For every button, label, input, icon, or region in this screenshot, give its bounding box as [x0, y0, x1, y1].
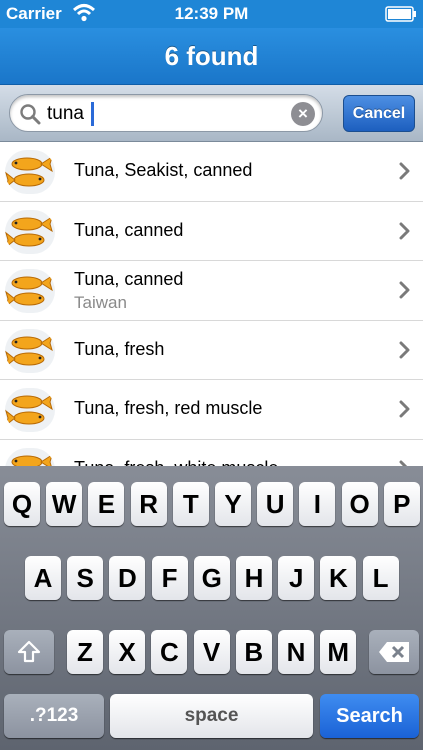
key-n[interactable]: N: [278, 630, 314, 674]
list-item[interactable]: Tuna, canned Taiwan: [0, 261, 423, 321]
list-item[interactable]: Tuna, fresh, white muscle: [0, 440, 423, 467]
fish-icon: [5, 447, 55, 466]
item-title: Tuna, fresh, white muscle: [74, 458, 278, 467]
key-f[interactable]: F: [151, 556, 188, 600]
fish-icon: [5, 328, 55, 373]
chevron-right-icon: [399, 341, 410, 358]
chevron-right-icon: [399, 400, 410, 418]
key-l[interactable]: L: [362, 556, 399, 600]
list-item[interactable]: Tuna, fresh: [0, 321, 423, 380]
item-title: Tuna, Seakist, canned: [74, 160, 253, 180]
key-w[interactable]: W: [46, 482, 83, 526]
search-bar: × Cancel: [0, 85, 423, 142]
page-title: 6 found: [164, 41, 259, 71]
key-z[interactable]: Z: [67, 630, 103, 674]
search-input[interactable]: [47, 101, 277, 127]
results-list: Tuna, Seakist, canned Tuna, canned Tuna,…: [0, 142, 423, 466]
search-key[interactable]: Search: [320, 694, 419, 738]
key-t[interactable]: T: [172, 482, 209, 526]
space-key[interactable]: space: [110, 694, 313, 738]
delete-key[interactable]: [369, 630, 419, 674]
shift-key[interactable]: [4, 630, 54, 674]
chevron-right-icon: [399, 162, 410, 180]
key-g[interactable]: G: [193, 556, 230, 600]
item-title: Tuna, canned: [74, 219, 184, 240]
key-h[interactable]: H: [236, 556, 272, 600]
cancel-button[interactable]: Cancel: [343, 95, 415, 132]
key-o[interactable]: O: [341, 482, 378, 526]
key-e[interactable]: E: [88, 482, 125, 526]
key-b[interactable]: B: [235, 630, 272, 674]
item-title: Tuna, fresh, red muscle: [74, 398, 263, 418]
numbers-key[interactable]: .?123: [4, 694, 104, 738]
key-u[interactable]: U: [257, 482, 294, 526]
item-subtitle: Taiwan: [74, 293, 127, 312]
list-item[interactable]: Tuna, canned: [0, 202, 423, 261]
item-title: Tuna, fresh: [74, 338, 165, 359]
list-item[interactable]: Tuna, Seakist, canned: [0, 142, 423, 202]
search-icon: [20, 104, 41, 125]
text-caret: [91, 102, 94, 126]
list-item[interactable]: Tuna, fresh, red muscle: [0, 380, 423, 440]
fish-icon: [5, 388, 55, 432]
chevron-right-icon: [399, 281, 410, 299]
fish-icon: [5, 269, 55, 313]
key-q[interactable]: Q: [4, 482, 40, 526]
delete-icon: [379, 642, 409, 662]
key-p[interactable]: P: [383, 482, 420, 526]
clock: 12:39 PM: [174, 4, 249, 23]
nav-bar: 6 found: [0, 28, 423, 85]
key-x[interactable]: X: [109, 630, 146, 674]
item-title: Tuna, canned: [74, 269, 184, 289]
key-i[interactable]: I: [299, 482, 336, 526]
key-v[interactable]: V: [193, 630, 230, 674]
battery-icon: [385, 6, 416, 22]
key-r[interactable]: R: [130, 482, 167, 526]
key-m[interactable]: M: [320, 630, 357, 674]
key-c[interactable]: C: [151, 630, 188, 674]
search-field[interactable]: ×: [9, 94, 323, 132]
key-j[interactable]: J: [278, 556, 315, 600]
key-y[interactable]: Y: [215, 482, 251, 526]
status-bar: Carrier 12:39 PM: [0, 0, 423, 28]
clear-icon[interactable]: ×: [291, 102, 315, 126]
key-a[interactable]: A: [25, 556, 61, 600]
chevron-right-icon: [399, 222, 410, 239]
key-k[interactable]: K: [320, 556, 357, 600]
shift-icon: [17, 640, 41, 663]
keyboard: Q W E R T Y U I O P A S D F G H J K L Z X C V B N M .?123 space Sear…: [0, 466, 423, 750]
fish-icon: [5, 209, 55, 254]
key-d[interactable]: D: [109, 556, 146, 600]
fish-icon: [5, 150, 55, 194]
key-s[interactable]: S: [67, 556, 104, 600]
